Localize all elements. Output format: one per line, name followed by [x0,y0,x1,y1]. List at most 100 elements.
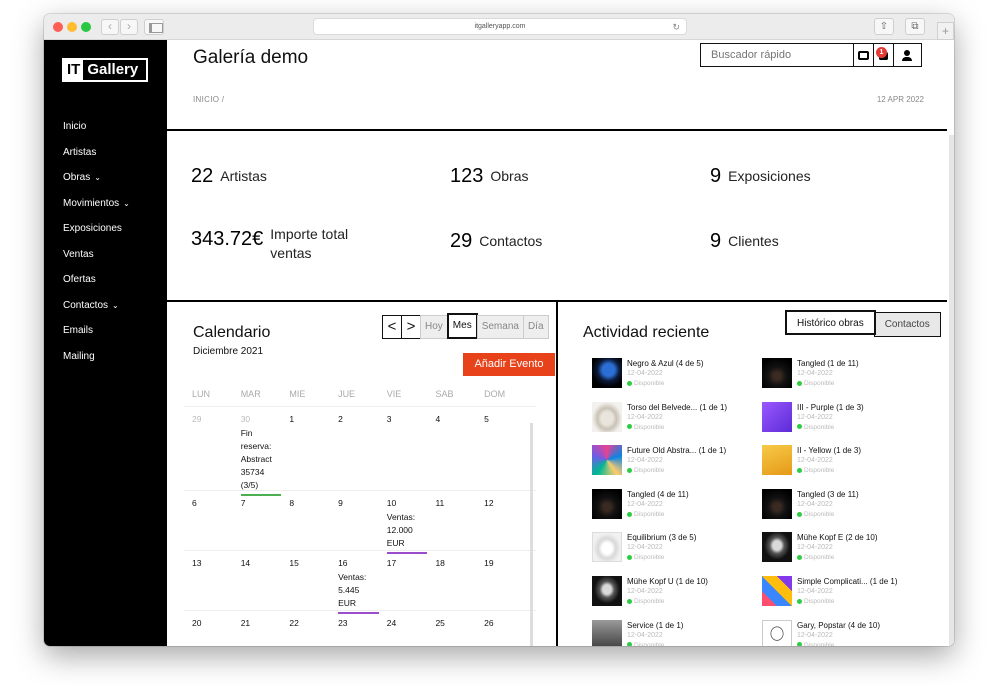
activity-date: 12-04-2022 [797,500,833,508]
week-view-button[interactable]: Semana [476,315,524,339]
share-icon[interactable]: ⇧ [874,18,894,35]
activity-info: II - Yellow (1 de 3) 12-04-2022 Disponible [797,445,861,489]
activity-item[interactable]: II - Yellow (1 de 3) 12-04-2022 Disponible [762,445,932,489]
sidebar-nav: Inicio Artistas Obras ⌄ Movimientos ⌄ Exposici… [63,120,130,375]
reload-icon[interactable]: ↻ [672,19,680,35]
calendar-day-cell[interactable]: 22 [281,611,330,646]
status-label: Disponible [634,597,665,605]
activity-item[interactable]: Gary, Popstar (4 de 10) 12-04-2022 Disponi… [762,619,932,646]
activity-item[interactable]: III - Purple (1 de 3) 12-04-2022 Disponibl… [762,401,932,446]
tab-works-history[interactable]: Histórico obras [785,310,876,335]
page-scrollbar[interactable] [949,135,954,646]
stat-total-sales[interactable]: 343.72€ Importe total ventas [191,225,370,263]
user-menu-button[interactable] [892,44,921,66]
activity-item[interactable]: Torso del Belvede... (1 de 1) 12-04-2022 D… [592,401,762,446]
activity-item[interactable]: Negro & Azul (4 de 5) 12-04-2022 Disponibl… [592,358,762,402]
sidebar-item-movimientos[interactable]: Movimientos ⌄ [63,197,130,223]
calendar-day-cell[interactable]: 30 Fin reserva: Abstract 35734 (3/5) [233,407,282,496]
breadcrumb[interactable]: INICIO / [193,95,224,104]
calendar-day-cell[interactable]: 24 [379,611,428,646]
sidebar-item-emails[interactable]: Emails [63,324,130,350]
sidebar-item-mailing[interactable]: Mailing [63,350,130,376]
calendar-event[interactable]: Ventas: 5.445 EUR [338,571,379,614]
calendar-day-cell[interactable]: 4 [427,407,476,490]
prev-month-button[interactable]: < [382,315,402,339]
calendar-day-cell[interactable]: 1 [281,407,330,490]
activity-item[interactable]: Tangled (3 de 11) 12-04-2022 Disponible [762,488,932,533]
calendar-day-cell[interactable]: 12 [476,491,525,550]
calendar-day-cell[interactable]: 15 [281,551,330,610]
calendar-day-cell[interactable]: 18 [427,551,476,610]
stat-artists[interactable]: 22 Artistas [191,165,267,187]
tabs-overview-icon[interactable]: ⧉ [905,18,925,35]
calendar-day-cell[interactable]: 23 [330,611,379,646]
calendar-event[interactable]: Fin reserva: Abstract 35734 (3/5) [240,427,282,496]
close-window-icon[interactable] [53,22,63,32]
activity-item[interactable]: Service (1 de 1) 12-04-2022 Disponible [592,619,762,646]
activity-item[interactable]: Simple Complicati... (1 de 1) 12-04-2022 D… [762,575,932,620]
day-view-button[interactable]: Día [522,315,549,339]
calendar-day-cell[interactable]: 21 [233,611,282,646]
sidebar-item-obras[interactable]: Obras ⌄ [63,171,130,197]
activity-item[interactable]: Future Old Abstra... (1 de 1) 12-04-2022 D… [592,445,762,489]
minimize-window-icon[interactable] [67,22,77,32]
new-tab-icon[interactable]: + [937,22,954,40]
status-dot-icon [627,380,632,386]
calendar-day-cell[interactable]: 7 [233,491,282,550]
calendar-day-cell[interactable]: 16 Ventas: 5.445 EUR [330,551,379,614]
activity-item[interactable]: Tangled (4 de 11) 12-04-2022 Disponible [592,488,762,533]
calendar-day-cell[interactable]: 20 [184,611,233,646]
next-month-button[interactable]: > [401,315,421,339]
calendar-day-cell[interactable]: 11 [427,491,476,550]
calendar-day-cell[interactable]: 25 [427,611,476,646]
inbox-button[interactable] [853,44,873,66]
sidebar-toggle-icon[interactable] [144,19,164,35]
add-event-button[interactable]: Añadir Evento [463,353,555,376]
weekday-label: VIE [386,389,402,399]
availability-status: Disponible [797,466,861,475]
forward-icon[interactable]: › [120,19,138,35]
calendar-day-cell[interactable]: 9 [330,491,379,550]
calendar-day-cell[interactable]: 14 [233,551,282,610]
activity-item[interactable]: Equilibrium (3 de 5) 12-04-2022 Disponible [592,532,762,576]
sidebar-item-artistas[interactable]: Artistas [63,146,130,172]
notifications-button[interactable]: 1 [872,44,893,66]
activity-item[interactable]: Mühe Kopf U (1 de 10) 12-04-2022 Disponibl… [592,575,762,620]
calendar-day-number: 22 [289,618,299,628]
back-icon[interactable]: ‹ [101,19,119,35]
activity-item[interactable]: Tangled (1 de 11) 12-04-2022 Disponible [762,358,932,402]
calendar-day-cell[interactable]: 3 [379,407,428,490]
sidebar-item-contactos[interactable]: Contactos ⌄ [63,299,130,325]
calendar-day-cell[interactable]: 29 [184,407,233,490]
stat-clients[interactable]: 9 Clientes [710,230,779,252]
calendar-day-cell[interactable]: 10 Ventas: 12.000 EUR [379,491,428,554]
sidebar-item-inicio[interactable]: Inicio [63,120,130,146]
maximize-window-icon[interactable] [81,22,91,32]
calendar-day-number: 9 [338,498,343,508]
sidebar-item-ofertas[interactable]: Ofertas [63,273,130,299]
calendar-day-cell[interactable]: 19 [476,551,525,610]
calendar-day-cell[interactable]: 5 [476,407,525,490]
month-view-button[interactable]: Mes [446,313,478,339]
calendar-event[interactable]: Ventas: 12.000 EUR [386,511,428,554]
status-dot-icon [797,380,802,386]
calendar-day-cell[interactable]: 6 [184,491,233,550]
calendar-day-cell[interactable]: 17 [379,551,428,610]
calendar-day-cell[interactable]: 8 [281,491,330,550]
artwork-name: Torso del Belvede... (1 de 1) [627,402,728,412]
activity-item[interactable]: Mühe Kopf E (2 de 10) 12-04-2022 Disponibl… [762,532,932,576]
calendar-scrollbar[interactable] [530,423,533,646]
stat-works[interactable]: 123 Obras [450,165,529,187]
stat-contacts[interactable]: 29 Contactos [450,230,542,252]
calendar-day-cell[interactable]: 13 [184,551,233,610]
calendar-day-cell[interactable]: 2 [330,407,379,490]
today-button[interactable]: Hoy [420,315,448,339]
it-gallery-logo[interactable]: IT Gallery [62,58,148,82]
tab-contacts[interactable]: Contactos [873,312,941,337]
sidebar-item-ventas[interactable]: Ventas [63,248,130,274]
sidebar-item-exposiciones[interactable]: Exposiciones [63,222,130,248]
calendar-day-cell[interactable]: 26 [476,611,525,646]
quick-search-input[interactable] [701,44,853,66]
address-bar[interactable]: itgalleryapp.com ↻ [313,18,687,35]
stat-exhibitions[interactable]: 9 Exposiciones [710,165,811,187]
